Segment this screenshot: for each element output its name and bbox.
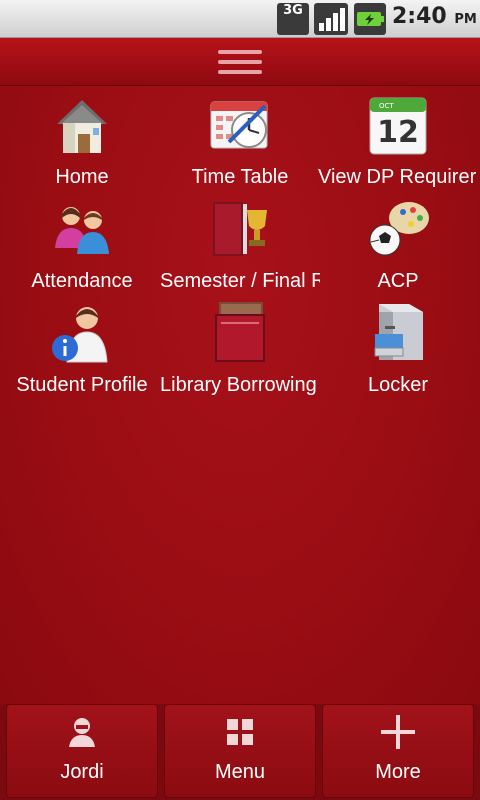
locker-icon (365, 300, 431, 366)
clock-time: 2:40 (392, 4, 447, 29)
network-label: 3G (283, 3, 303, 18)
tab-label: More (375, 761, 421, 783)
grid-item-label: Locker (367, 374, 429, 396)
grid-item-label: Student Profile (16, 374, 148, 396)
grid-item-label: Home (55, 166, 109, 188)
grid-item-student-profile[interactable]: Student Profile (2, 298, 162, 402)
bottom-navigation: Jordi Menu More (0, 704, 480, 800)
grid-item-acp[interactable]: ACP (318, 194, 478, 298)
grid-item-library-borrowing[interactable]: Library Borrowing (160, 298, 320, 402)
calendar-icon: OCT 12 (365, 92, 431, 158)
house-icon (49, 92, 115, 158)
grid-item-label: Time Table (191, 166, 289, 188)
tab-label: Jordi (60, 761, 104, 783)
grid-item-semester-final-results[interactable]: Semester / Final R (160, 194, 320, 298)
grid-item-label: View DP Requirer (318, 166, 477, 188)
user-icon (65, 715, 99, 749)
network-3g-icon: 3G (277, 3, 309, 35)
sports-palette-icon (365, 196, 431, 262)
tab-more[interactable]: More (322, 704, 474, 798)
tab-label: Menu (214, 761, 266, 783)
calendar-clock-icon (207, 92, 273, 158)
grid-item-attendance[interactable]: Attendance (2, 194, 162, 298)
app-header (0, 38, 480, 86)
grid-item-home[interactable]: Home (2, 90, 162, 194)
grid-item-time-table[interactable]: Time Table (160, 90, 320, 194)
grid-item-label: Library Borrowing (160, 374, 317, 396)
hamburger-icon[interactable] (218, 48, 262, 76)
grid-icon (223, 715, 257, 749)
plus-icon (381, 715, 415, 749)
signal-icon (314, 3, 348, 35)
grid-item-label: Semester / Final R (160, 270, 320, 292)
clock-ampm: PM (454, 12, 477, 27)
student-info-icon (49, 300, 115, 366)
tab-jordi[interactable]: Jordi (6, 704, 158, 798)
battery-icon (354, 3, 386, 35)
people-icon (49, 196, 115, 262)
status-bar: 3G 2:40 PM (0, 0, 480, 38)
tab-menu[interactable]: Menu (164, 704, 316, 798)
grid-item-view-dp-requirements[interactable]: OCT 12 View DP Requirer (318, 90, 478, 194)
dashboard-grid: Home Time Table OCT 12 View DP Requirer … (0, 86, 480, 704)
svg-text:OCT: OCT (379, 102, 394, 110)
books-icon (207, 300, 273, 366)
trophy-book-icon (207, 196, 273, 262)
svg-text:12: 12 (377, 115, 419, 150)
grid-item-label: ACP (377, 270, 419, 292)
grid-item-label: Attendance (31, 270, 133, 292)
grid-item-locker[interactable]: Locker (318, 298, 478, 402)
clock: 2:40 PM (392, 4, 477, 34)
